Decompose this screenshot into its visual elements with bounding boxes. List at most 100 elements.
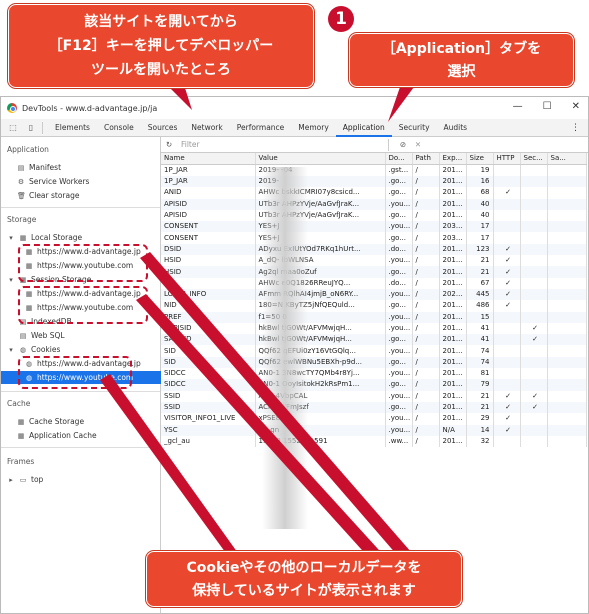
table-row[interactable]: SAPISIDhkBwl tjG0Wt/AFVMwjqH....you.../2… (161, 322, 587, 335)
table-row[interactable]: VISITOR_INFO1_LIVExPSE8 -8.you.../201...… (161, 413, 587, 425)
tab-network[interactable]: Network (184, 119, 229, 137)
table-row[interactable]: LOGIN_INFO AFmm RQlhAI4jmjB_oN6RY... .you.… (161, 288, 587, 301)
sidebar-item-websql[interactable]: ▤ Web SQL (1, 329, 161, 342)
table-cell: ✓ (493, 243, 521, 256)
table-cell (520, 243, 548, 256)
inspect-element-icon[interactable]: ⬚ (7, 123, 19, 133)
tab-security[interactable]: Security (392, 119, 437, 137)
column-header[interactable]: Sec... (520, 153, 548, 165)
tab-elements[interactable]: Elements (48, 119, 97, 137)
table-row[interactable]: SIDCC AN0-1 3N8wcTY7QMb4r8Yj... .you.../20… (161, 368, 587, 380)
sidebar-header-cache: Cache (7, 399, 31, 408)
table-cell (493, 311, 521, 323)
table-row[interactable]: SSIDAT0j 4VbpCAL.you.../201...21✓✓ (161, 390, 587, 402)
delete-selected-icon[interactable]: ✕ (411, 140, 425, 149)
table-cell: .do... (385, 277, 413, 289)
sidebar-item-cookies[interactable]: ▾ ◍ Cookies (1, 343, 161, 356)
column-header[interactable]: Size (466, 153, 494, 165)
table-row[interactable]: NID180=N KByTZ5jNfQEQuld....go.../201...… (161, 300, 587, 312)
table-row[interactable]: PREFf1=50 0.you.../201...15 (161, 311, 587, 323)
tab-sources[interactable]: Sources (141, 119, 185, 137)
sidebar-divider (1, 391, 160, 392)
sidebar-item-clear-storage[interactable]: 🗑 Clear storage (1, 189, 161, 202)
sidebar-label: Cache Storage (29, 417, 85, 426)
column-header[interactable]: Path (412, 153, 440, 165)
device-toolbar-icon[interactable]: ▯ (25, 123, 37, 133)
table-row[interactable]: HSIDAg2ql maa0oZuf.go.../201...21✓ (161, 266, 587, 278)
table-cell: / (412, 401, 440, 414)
table-row[interactable]: ANID AHWc bskkICMRI07y8csicd... .go.../201… (161, 187, 587, 199)
table-cell: .go... (385, 232, 413, 244)
column-header[interactable]: Exp... (439, 153, 467, 165)
sidebar-label: Cookies (31, 345, 61, 354)
table-cell (547, 390, 587, 402)
table-row[interactable]: SID QQf62 ewlWBNu5EBXh-p9d... .go.../201..… (161, 356, 587, 369)
column-header[interactable]: Name (161, 153, 256, 165)
column-header[interactable]: Do... (385, 153, 413, 165)
tab-console[interactable]: Console (97, 119, 141, 137)
table-cell: .go... (385, 300, 413, 312)
table-row[interactable]: YSCA9-gn.you.../N/A14✓ (161, 424, 587, 436)
table-row[interactable]: SIDCC AN0-1 OoyIsitokH2kRsPm1... .go.../20… (161, 379, 587, 391)
table-cell: 201... (439, 277, 467, 289)
minimize-button[interactable]: — (513, 101, 523, 112)
refresh-icon[interactable]: ↻ (161, 140, 177, 149)
tab-performance[interactable]: Performance (230, 119, 292, 137)
table-row[interactable]: 1P_JAR2019- -04.gst.../201...19 (161, 164, 587, 176)
table-row[interactable]: SAPISIDhkBwl tjG0Wt/AFVMwjqH....go.../20… (161, 334, 587, 346)
filter-input[interactable]: Filter (177, 138, 389, 151)
window-title: DevTools - www.d-advantage.jp/ja (22, 103, 158, 113)
tab-application[interactable]: Application (335, 119, 392, 137)
table-row[interactable]: HSIDA_dQ- lbWLNSA.you.../201...21✓ (161, 255, 587, 267)
callout-line: 該当サイトを開いてから (84, 14, 238, 30)
table-row[interactable]: 1P_JAR2019-.go.../201...16 (161, 176, 587, 188)
table-cell: .gst... (385, 164, 413, 176)
table-row[interactable]: IDAHWc e0Q1826RReuJYQ....do.../201...67✓ (161, 277, 587, 289)
table-cell (520, 198, 548, 210)
table-row[interactable]: SSIDACi-q JVFmJszf.go.../201...21✓✓ (161, 401, 587, 414)
table-row[interactable]: SIDQQf62 qEFUi0zY16VtGQlq....you.../201.… (161, 345, 587, 357)
table-cell: ✓ (493, 266, 521, 278)
column-header[interactable]: Value (255, 153, 386, 165)
table-cell (547, 209, 587, 222)
sidebar-item-service-workers[interactable]: ⚙ Service Workers (1, 175, 161, 188)
table-cell: DSID (161, 243, 256, 256)
database-icon: ▤ (19, 332, 27, 340)
sidebar-item-top-frame[interactable]: ▸ ▭ top (1, 473, 161, 486)
column-header[interactable]: Sa... (547, 153, 587, 165)
highlight-local-storage (18, 244, 148, 282)
sidebar-item-application-cache[interactable]: ▦ Application Cache (1, 429, 161, 442)
sidebar-label: top (31, 475, 44, 484)
callout-line: Cookieやその他のローカルデータを (186, 560, 422, 576)
table-cell: 201... (439, 322, 467, 335)
window-controls: — ☐ ✕ (513, 101, 580, 112)
sidebar-item-cache-storage[interactable]: ▦ Cache Storage (1, 415, 161, 428)
table-cell (493, 435, 521, 448)
tab-memory[interactable]: Memory (291, 119, 336, 137)
table-row[interactable]: _gcl_au1.1.19 1552361591.ww.../201...32 (161, 435, 587, 448)
table-cell (520, 221, 548, 233)
table-cell: 15 (466, 311, 494, 323)
table-cell: 201... (439, 255, 467, 267)
cookie-panel: ↻ Filter ⊘ ✕ Name Value Do... Path Exp... Siz… (161, 137, 588, 613)
clear-all-icon[interactable]: ⊘ (395, 140, 411, 149)
table-row[interactable]: CONSENTYES+J.you.../203...17 (161, 221, 587, 233)
toolbar-divider (42, 121, 43, 134)
column-header[interactable]: HTTP (493, 153, 521, 165)
more-options-icon[interactable]: ⋮ (571, 119, 580, 137)
table-row[interactable]: CONSENTYES+J.go.../203...17 (161, 232, 587, 244)
cookie-toolbar: ↻ Filter ⊘ ✕ (161, 137, 588, 153)
table-row[interactable]: DSID ADyxu ExIUtYOd7RKq1hUrt... .do.../201… (161, 243, 587, 256)
tab-audits[interactable]: Audits (437, 119, 475, 137)
table-cell: .go... (385, 187, 413, 199)
table-row[interactable]: APISID UTb3r AHPzYVje/AaGvfJraK... .go... /… (161, 209, 587, 222)
maximize-button[interactable]: ☐ (543, 101, 552, 112)
table-cell: 201... (439, 198, 467, 210)
table-row[interactable]: APISID UTb3r AHPzYVje/AaGvfJraK... .you...… (161, 198, 587, 210)
sidebar-item-manifest[interactable]: ▤ Manifest (1, 161, 161, 174)
sidebar-item-local-storage[interactable]: ▾ ▦ Local Storage (1, 231, 161, 244)
table-cell: 201... (439, 435, 467, 448)
close-button[interactable]: ✕ (572, 101, 580, 112)
table-cell: PREF (161, 311, 256, 323)
sidebar-label: Web SQL (31, 331, 65, 340)
